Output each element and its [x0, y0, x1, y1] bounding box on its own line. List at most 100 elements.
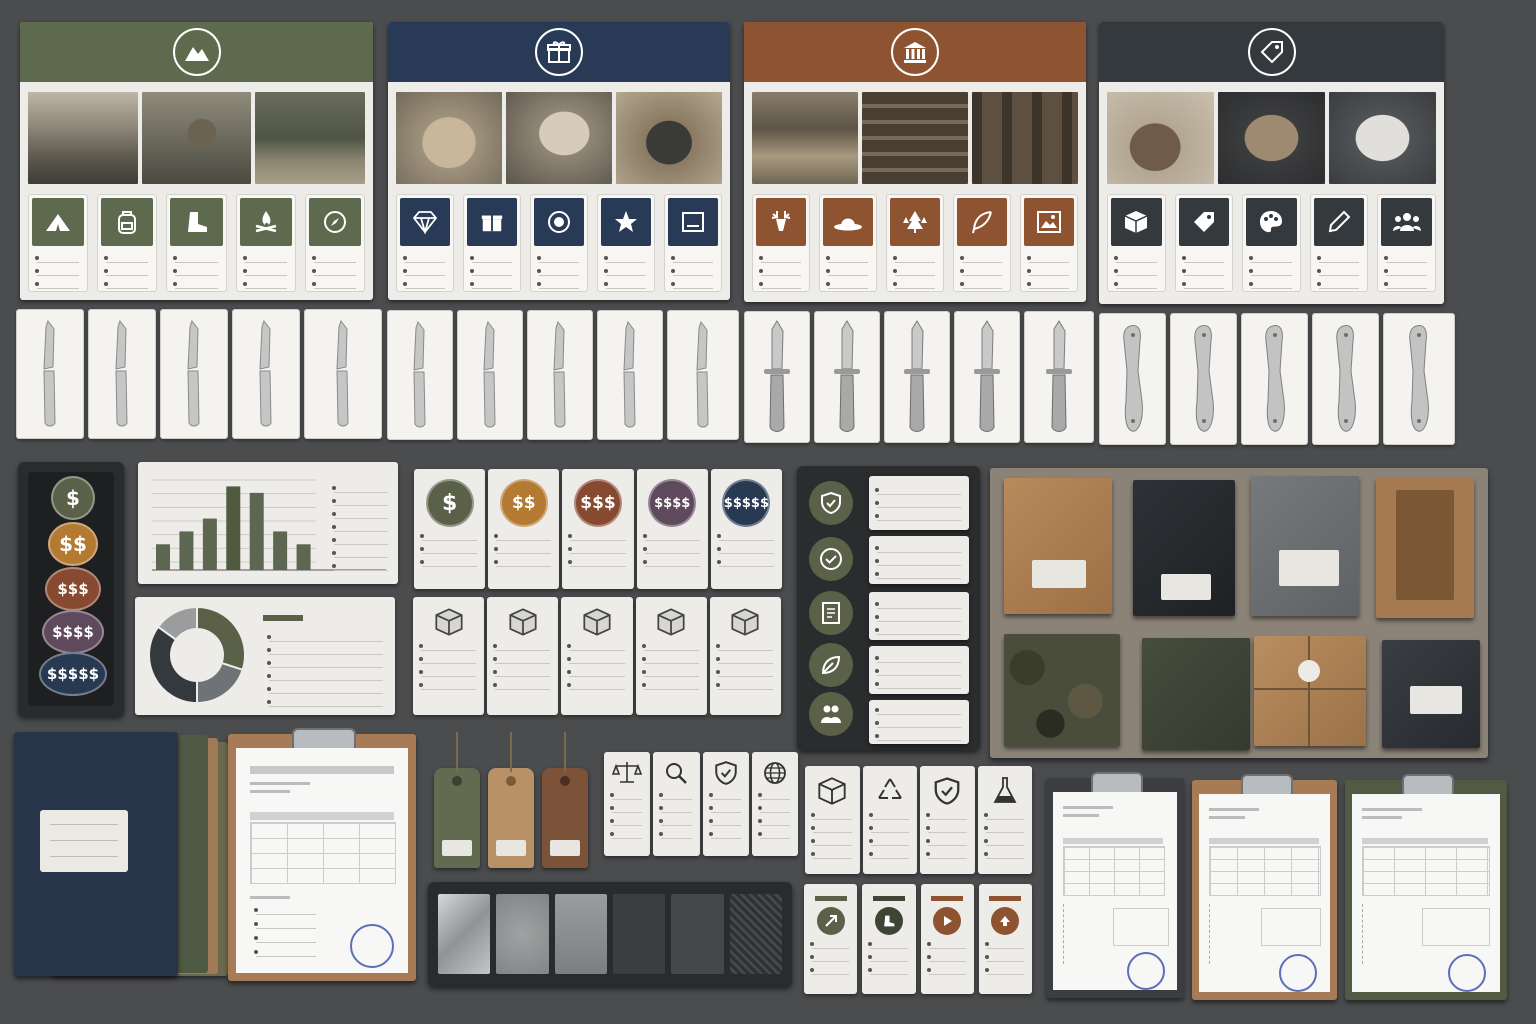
clipboard-form-kraft[interactable]	[1192, 774, 1337, 1000]
icon-card[interactable]	[1020, 194, 1078, 292]
knife-card[interactable]	[1241, 313, 1308, 445]
kraft-box[interactable]	[1004, 478, 1112, 614]
legal-card[interactable]	[604, 752, 651, 856]
trust-note[interactable]	[869, 476, 969, 530]
document-badge[interactable]	[809, 591, 853, 635]
clipboard-form-dark[interactable]	[1046, 772, 1184, 998]
steel-swatch[interactable]	[438, 894, 491, 974]
icon-card[interactable]	[530, 194, 588, 292]
sustain-card[interactable]	[920, 766, 975, 874]
knife-card[interactable]	[814, 311, 880, 443]
icon-card[interactable]	[752, 194, 810, 292]
knife-card[interactable]	[1312, 313, 1379, 445]
product-card[interactable]	[413, 597, 485, 715]
black-box[interactable]	[1133, 480, 1235, 616]
price-coin[interactable]: $$$	[45, 567, 101, 611]
trust-note[interactable]	[869, 700, 969, 744]
price-card[interactable]: $$$$	[636, 469, 708, 589]
leaf-badge[interactable]	[809, 643, 853, 687]
legal-card[interactable]	[751, 752, 798, 856]
shipping-card[interactable]	[978, 884, 1032, 994]
product-card[interactable]	[635, 597, 707, 715]
twine-kraft-box[interactable]	[1254, 636, 1366, 746]
price-coin[interactable]: $$$$$	[39, 652, 107, 696]
icon-card[interactable]	[166, 194, 227, 292]
knife-card[interactable]	[304, 309, 382, 439]
icon-card[interactable]	[1242, 194, 1301, 292]
icon-card[interactable]	[463, 194, 521, 292]
knife-card[interactable]	[16, 309, 84, 439]
hang-tag-olive[interactable]	[434, 768, 480, 868]
compass-icon	[323, 211, 346, 233]
carbon-fiber-swatch[interactable]	[729, 894, 782, 974]
legal-card[interactable]	[653, 752, 700, 856]
knife-card[interactable]	[1383, 313, 1455, 445]
hang-tag-brown[interactable]	[542, 768, 588, 868]
knife-card[interactable]	[884, 311, 950, 443]
knife-card[interactable]	[1024, 311, 1094, 443]
shipping-card[interactable]	[862, 884, 916, 994]
knife-card[interactable]	[88, 309, 156, 439]
shipping-card[interactable]	[920, 884, 974, 994]
knife-card[interactable]	[457, 310, 523, 440]
knife-card[interactable]	[232, 309, 300, 439]
icon-card[interactable]	[1107, 194, 1166, 292]
price-coin[interactable]: $	[51, 476, 95, 520]
knife-card[interactable]	[160, 309, 228, 439]
icon-card[interactable]	[1377, 194, 1436, 292]
sustain-card[interactable]	[862, 766, 917, 874]
camo-box[interactable]	[1004, 634, 1120, 746]
dark-grey-swatch[interactable]	[671, 894, 724, 974]
clipboard-form-olive[interactable]	[1345, 774, 1507, 1000]
trust-note[interactable]	[869, 592, 969, 640]
icon-card[interactable]	[396, 194, 454, 292]
knife-card[interactable]	[1170, 313, 1237, 445]
knife-card[interactable]	[954, 311, 1020, 443]
charcoal-box[interactable]	[1382, 640, 1480, 748]
price-coin[interactable]: $$$$	[42, 610, 104, 654]
knife-card[interactable]	[1099, 313, 1166, 445]
icon-card[interactable]	[97, 194, 158, 292]
stonewash-swatch[interactable]	[496, 894, 549, 974]
knife-card[interactable]	[667, 310, 739, 440]
clipboard-form[interactable]	[228, 728, 416, 981]
icon-card[interactable]	[953, 194, 1011, 292]
icon-card[interactable]	[1309, 194, 1369, 292]
price-card[interactable]: $$$$$	[710, 469, 783, 589]
black-coat-swatch[interactable]	[612, 894, 666, 974]
shield-badge[interactable]	[809, 481, 853, 525]
icon-card[interactable]	[28, 194, 89, 292]
price-card[interactable]: $	[414, 469, 486, 589]
shipping-card[interactable]	[804, 884, 858, 994]
grey-box[interactable]	[1251, 476, 1359, 616]
legal-card[interactable]	[702, 752, 749, 856]
knife-card[interactable]	[597, 310, 663, 440]
icon-card[interactable]	[664, 194, 722, 292]
product-card[interactable]	[709, 597, 782, 715]
sustain-card[interactable]	[977, 766, 1032, 874]
price-coin[interactable]: $$	[48, 522, 98, 566]
icon-card[interactable]	[304, 194, 366, 292]
icon-card[interactable]	[819, 194, 877, 292]
knife-card[interactable]	[527, 310, 593, 440]
navy-folder[interactable]	[14, 732, 178, 976]
price-card[interactable]: $$$	[562, 469, 634, 589]
check-badge[interactable]	[809, 537, 853, 581]
hang-tag-kraft[interactable]	[488, 768, 534, 868]
satin-swatch[interactable]	[554, 894, 607, 974]
handshake-badge[interactable]	[809, 692, 853, 736]
knife-card[interactable]	[744, 311, 810, 443]
icon-card[interactable]	[886, 194, 944, 292]
product-card[interactable]	[487, 597, 559, 715]
olive-box[interactable]	[1142, 638, 1250, 750]
sustain-card[interactable]	[805, 766, 860, 874]
icon-card[interactable]	[235, 194, 296, 292]
price-card[interactable]: $$	[488, 469, 560, 589]
icon-card[interactable]	[597, 194, 655, 292]
trust-note[interactable]	[869, 536, 969, 584]
open-kraft-tray[interactable]	[1376, 478, 1474, 618]
product-card[interactable]	[561, 597, 633, 715]
trust-note[interactable]	[869, 646, 969, 694]
icon-card[interactable]	[1174, 194, 1234, 292]
knife-card[interactable]	[387, 310, 453, 440]
